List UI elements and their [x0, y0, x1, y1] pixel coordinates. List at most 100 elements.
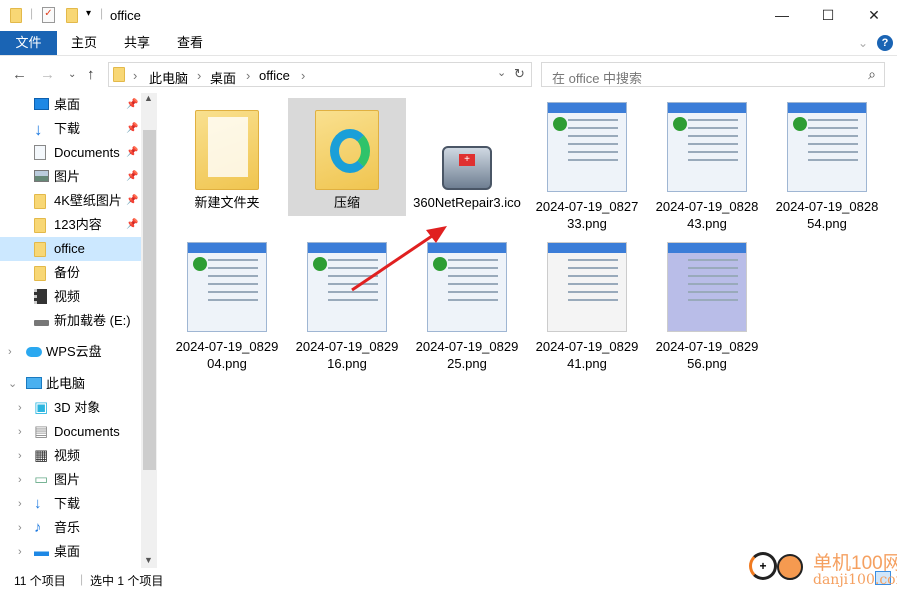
breadcrumb-office[interactable]: office: [259, 68, 290, 83]
refresh-icon[interactable]: ↻: [514, 66, 525, 82]
sidebar-item-videos[interactable]: 视频: [0, 285, 141, 309]
file-item[interactable]: 2024-07-19_082956.png: [648, 238, 766, 372]
file-name: 2024-07-19_082916.png: [295, 339, 399, 371]
edge-icon: [330, 129, 370, 173]
file-item[interactable]: 2024-07-19_082916.png: [288, 238, 406, 372]
title-bar: | ✓ ▾ | office — ☐ ✕: [0, 0, 897, 31]
address-bar[interactable]: › 此电脑 › 桌面 › office › ⌄ ↻: [108, 62, 532, 87]
sidebar-item-pictures[interactable]: 图片 📌: [0, 165, 141, 189]
expand-ribbon-icon[interactable]: ⌄: [858, 36, 868, 50]
file-name: 压缩: [333, 195, 360, 210]
scrollbar-thumb[interactable]: [143, 130, 156, 470]
chevron-right-icon[interactable]: ›: [18, 540, 22, 564]
chevron-down-icon[interactable]: ⌄: [8, 372, 17, 396]
folder-icon: [113, 67, 125, 82]
up-button[interactable]: ↑: [87, 66, 95, 83]
pin-icon: 📌: [126, 123, 139, 134]
tab-home[interactable]: 主页: [57, 31, 111, 55]
sidebar-item-pc-3[interactable]: › ▭ 图片: [0, 468, 141, 492]
file-item[interactable]: 新建文件夹: [168, 98, 286, 211]
dropdown-icon[interactable]: ⌄: [497, 66, 506, 79]
video-icon: [34, 289, 47, 304]
sidebar-item-desktop[interactable]: 桌面 📌: [0, 93, 141, 117]
window-title: office: [110, 8, 141, 23]
chevron-right-icon[interactable]: ›: [18, 468, 22, 492]
scroll-up-icon[interactable]: ▲: [144, 93, 153, 103]
sidebar-item-123[interactable]: 123内容 📌: [0, 213, 141, 237]
file-item[interactable]: +360NetRepair3.ico: [408, 98, 526, 211]
file-name: 新建文件夹: [194, 195, 260, 210]
maximize-button[interactable]: ☐: [805, 0, 851, 31]
file-name: 2024-07-19_082733.png: [535, 199, 639, 231]
scroll-down-icon[interactable]: ▼: [144, 555, 153, 565]
file-name: 360NetRepair3.ico: [413, 195, 521, 210]
pin-icon: 📌: [126, 219, 139, 230]
chevron-right-icon[interactable]: ›: [18, 444, 22, 468]
sidebar-item-downloads[interactable]: ↓ 下载 📌: [0, 117, 141, 141]
breadcrumb-desktop[interactable]: 桌面: [210, 68, 236, 87]
tab-share[interactable]: 共享: [110, 31, 164, 55]
image-thumbnail: [187, 242, 267, 332]
image-thumbnail: [787, 102, 867, 192]
image-thumbnail: [547, 102, 627, 192]
sidebar-item-pc-1[interactable]: › ▤ Documents: [0, 420, 141, 444]
sidebar-item-pc-5[interactable]: › ♪ 音乐: [0, 516, 141, 540]
chevron-right-icon[interactable]: ›: [18, 516, 22, 540]
file-item[interactable]: 2024-07-19_082854.png: [768, 98, 886, 232]
sidebar-item-drive-e[interactable]: 新加载卷 (E:): [0, 309, 141, 333]
file-name: 2024-07-19_082854.png: [775, 199, 879, 231]
breadcrumb-this-pc[interactable]: 此电脑: [149, 68, 188, 87]
chevron-right-icon[interactable]: ›: [18, 420, 22, 444]
ribbon: 文件 主页 共享 查看 ⌄ ?: [0, 31, 897, 56]
folder-icon: [195, 110, 259, 190]
cube-icon: ▣: [34, 399, 49, 416]
music-icon: ♪: [34, 519, 42, 536]
tab-view[interactable]: 查看: [163, 31, 217, 55]
file-item[interactable]: 2024-07-19_082843.png: [648, 98, 766, 232]
image-thumbnail: [667, 102, 747, 192]
download-icon: ↓: [34, 120, 43, 139]
desktop-icon: [34, 98, 49, 110]
folder-icon: [34, 242, 46, 257]
forward-button[interactable]: →: [40, 66, 55, 83]
folder-icon: [315, 110, 379, 190]
file-item[interactable]: 2024-07-19_082733.png: [528, 98, 646, 232]
file-item[interactable]: 压缩: [288, 98, 406, 216]
sidebar-item-office[interactable]: office: [0, 237, 141, 261]
tab-file[interactable]: 文件: [0, 31, 57, 55]
minimize-button[interactable]: —: [759, 0, 805, 31]
pictures-icon: [34, 170, 49, 182]
file-name: 2024-07-19_082904.png: [175, 339, 279, 371]
file-name: 2024-07-19_082843.png: [655, 199, 759, 231]
sidebar-item-4k[interactable]: 4K壁纸图片 📌: [0, 189, 141, 213]
properties-icon[interactable]: ✓: [42, 7, 55, 23]
back-button[interactable]: ←: [12, 66, 27, 83]
chevron-right-icon[interactable]: ›: [8, 340, 12, 364]
folder-icon: [34, 218, 46, 233]
chevron-right-icon[interactable]: ›: [18, 396, 22, 420]
file-item[interactable]: 2024-07-19_082925.png: [408, 238, 526, 372]
recent-dropdown[interactable]: ⌄: [68, 69, 76, 80]
download-icon: ↓: [34, 495, 42, 512]
sidebar-item-documents[interactable]: Documents 📌: [0, 141, 141, 165]
file-item[interactable]: 2024-07-19_082904.png: [168, 238, 286, 372]
help-icon[interactable]: ?: [877, 35, 893, 51]
sidebar-item-backup[interactable]: 备份: [0, 261, 141, 285]
sidebar-item-pc-2[interactable]: › ▦ 视频: [0, 444, 141, 468]
quick-access-dropdown-icon[interactable]: ▾: [86, 8, 91, 19]
search-icon[interactable]: ⌕: [868, 66, 876, 83]
sidebar-item-pc-4[interactable]: › ↓ 下载: [0, 492, 141, 516]
pin-icon: 📌: [126, 99, 139, 110]
chevron-right-icon[interactable]: ›: [18, 492, 22, 516]
sidebar-item-pc-0[interactable]: › ▣ 3D 对象: [0, 396, 141, 420]
search-input[interactable]: 在 office 中搜索 ⌕: [541, 62, 885, 87]
sidebar-item-pc-6[interactable]: › ▬ 桌面: [0, 540, 141, 564]
new-folder-icon[interactable]: [66, 8, 78, 23]
sidebar-item-wps[interactable]: › WPS云盘: [0, 340, 141, 364]
toolbox-icon: +: [442, 146, 492, 190]
close-button[interactable]: ✕: [851, 0, 897, 31]
sidebar-item-this-pc[interactable]: ⌄ 此电脑: [0, 372, 141, 396]
folder-icon: [34, 194, 46, 209]
document-icon: ▤: [34, 423, 49, 440]
file-item[interactable]: 2024-07-19_082941.png: [528, 238, 646, 372]
